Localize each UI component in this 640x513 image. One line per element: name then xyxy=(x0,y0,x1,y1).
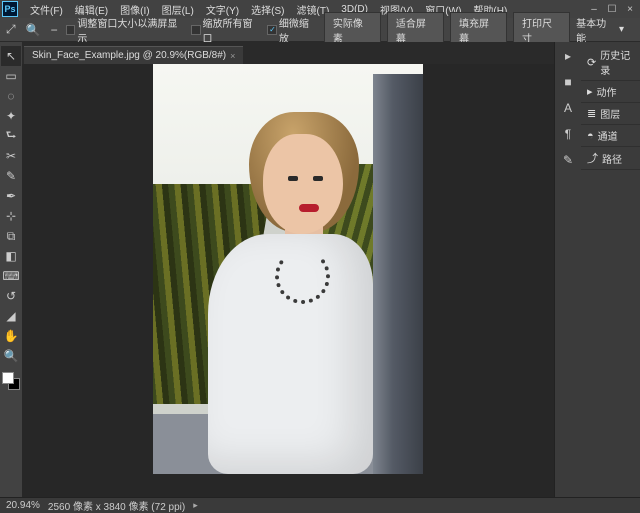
document-tab[interactable]: Skin_Face_Example.jpg @ 20.9%(RGB/8#) × xyxy=(24,46,243,64)
clone-tool[interactable]: ⧉ xyxy=(1,226,21,246)
options-bar: ⤢ 🔍 − 调整窗口大小以满屏显示 缩放所有窗口 细微缩放 实际像素 适合屏幕 … xyxy=(0,18,640,42)
hand-tool[interactable]: ✋ xyxy=(1,326,21,346)
image-eye xyxy=(313,176,323,181)
panel-tab-history[interactable]: ⟳ 历史记录 xyxy=(581,44,640,81)
main-area: ↖ ▭ ◌ ✦ ⮑ ✂ ✎ ✒ ⊹ ⧉ ◧ ⌨ ↺ ◢ ✋ 🔍 Skin_Fac… xyxy=(0,42,640,497)
chevron-down-icon: ▾ xyxy=(619,24,624,35)
crop-tool[interactable]: ⮑ xyxy=(1,126,21,146)
check-resize-window[interactable]: 调整窗口大小以满屏显示 xyxy=(66,15,185,45)
layers-icon: ≣ xyxy=(587,107,596,120)
right-panels: ▸ ■ A ¶ ✎ ⟳ 历史记录 ▸ 动作 ≣ 图层 ◓ 通道 xyxy=(554,42,640,497)
channels-icon: ◓ xyxy=(587,130,594,142)
status-bar: 20.94% 2560 像素 x 3840 像素 (72 ppi) ▸ xyxy=(0,497,640,513)
check-scrubby-label: 细微缩放 xyxy=(279,15,318,45)
canvas[interactable] xyxy=(22,64,554,497)
menu-file[interactable]: 文件(F) xyxy=(24,0,69,19)
brush-tool[interactable]: ✎ xyxy=(1,166,21,186)
panel-tab-list: ⟳ 历史记录 ▸ 动作 ≣ 图层 ◓ 通道 ⤴ 路径 xyxy=(581,42,640,497)
chevron-right-icon[interactable]: ▸ xyxy=(193,500,198,511)
workspace-switcher[interactable]: 基本功能 ▾ xyxy=(576,15,636,45)
brush-icon[interactable]: ✎ xyxy=(558,150,578,170)
foreground-color-swatch xyxy=(2,372,14,384)
image-pillar xyxy=(373,74,423,474)
minimize-button[interactable]: – xyxy=(586,3,602,15)
type-tool[interactable]: ⌨ xyxy=(1,266,21,286)
panel-tab-label: 路径 xyxy=(602,151,622,166)
character-icon[interactable]: A xyxy=(558,98,578,118)
hand-tool-icon[interactable]: ⤢ xyxy=(4,21,18,38)
document-area: Skin_Face_Example.jpg @ 20.9%(RGB/8#) × xyxy=(22,42,554,497)
actions-icon: ▸ xyxy=(587,85,593,98)
image-content xyxy=(153,64,423,474)
eyedropper-tool[interactable]: ✂ xyxy=(1,146,21,166)
paragraph-icon[interactable]: ¶ xyxy=(558,124,578,144)
window-controls: – ☐ × xyxy=(586,3,638,15)
image-necklace xyxy=(275,249,330,304)
workspace-label: 基本功能 xyxy=(576,15,615,45)
checkbox-icon xyxy=(267,25,277,35)
document-tab-label: Skin_Face_Example.jpg @ 20.9%(RGB/8#) xyxy=(32,50,226,61)
tools-panel: ↖ ▭ ◌ ✦ ⮑ ✂ ✎ ✒ ⊹ ⧉ ◧ ⌨ ↺ ◢ ✋ 🔍 xyxy=(0,42,22,497)
image-lips xyxy=(299,204,319,212)
checkbox-icon xyxy=(66,25,76,35)
panel-tab-label: 历史记录 xyxy=(600,47,634,77)
paths-icon: ⤴ xyxy=(587,150,598,166)
panel-tab-label: 图层 xyxy=(600,106,620,121)
panel-tab-label: 动作 xyxy=(597,84,617,99)
pen-tool[interactable]: ✒ xyxy=(1,186,21,206)
image-eye xyxy=(288,176,298,181)
document-dimensions: 2560 像素 x 3840 像素 (72 ppi) xyxy=(48,498,185,513)
checkbox-icon xyxy=(191,25,201,35)
zoom-level[interactable]: 20.94% xyxy=(6,500,40,511)
move-tool[interactable]: ↖ xyxy=(1,46,21,66)
gradient-tool[interactable]: ◧ xyxy=(1,246,21,266)
marquee-tool[interactable]: ▭ xyxy=(1,66,21,86)
zoom-icon[interactable]: 🔍 xyxy=(24,22,43,38)
history-icon: ⟳ xyxy=(587,56,596,69)
healing-tool[interactable]: ⊹ xyxy=(1,206,21,226)
close-icon[interactable]: × xyxy=(230,51,235,61)
play-icon[interactable]: ▸ xyxy=(558,46,578,66)
panel-tab-paths[interactable]: ⤴ 路径 xyxy=(581,147,640,170)
wand-tool[interactable]: ✦ xyxy=(1,106,21,126)
check-all-windows[interactable]: 缩放所有窗口 xyxy=(191,15,261,45)
close-button[interactable]: × xyxy=(622,3,638,15)
rotate-tool[interactable]: ↺ xyxy=(1,286,21,306)
image-face xyxy=(263,134,343,234)
collapsed-panel-icons: ▸ ■ A ¶ ✎ xyxy=(555,42,581,497)
document-tab-bar: Skin_Face_Example.jpg @ 20.9%(RGB/8#) × xyxy=(22,42,554,64)
shape-tool[interactable]: ◢ xyxy=(1,306,21,326)
check-allwin-label: 缩放所有窗口 xyxy=(203,15,262,45)
zoom-out-icon[interactable]: − xyxy=(49,22,60,38)
zoom-tool[interactable]: 🔍 xyxy=(1,346,21,366)
panel-tab-layers[interactable]: ≣ 图层 xyxy=(581,103,640,125)
lasso-tool[interactable]: ◌ xyxy=(1,86,21,106)
panel-tab-label: 通道 xyxy=(598,128,618,143)
panel-tab-actions[interactable]: ▸ 动作 xyxy=(581,81,640,103)
check-scrubby-zoom[interactable]: 细微缩放 xyxy=(267,15,318,45)
swatch-icon[interactable]: ■ xyxy=(558,72,578,92)
check-resize-label: 调整窗口大小以满屏显示 xyxy=(77,15,184,45)
maximize-button[interactable]: ☐ xyxy=(604,3,620,15)
panel-tab-channels[interactable]: ◓ 通道 xyxy=(581,125,640,147)
app-logo: Ps xyxy=(2,1,18,17)
color-swatch[interactable] xyxy=(2,372,20,390)
